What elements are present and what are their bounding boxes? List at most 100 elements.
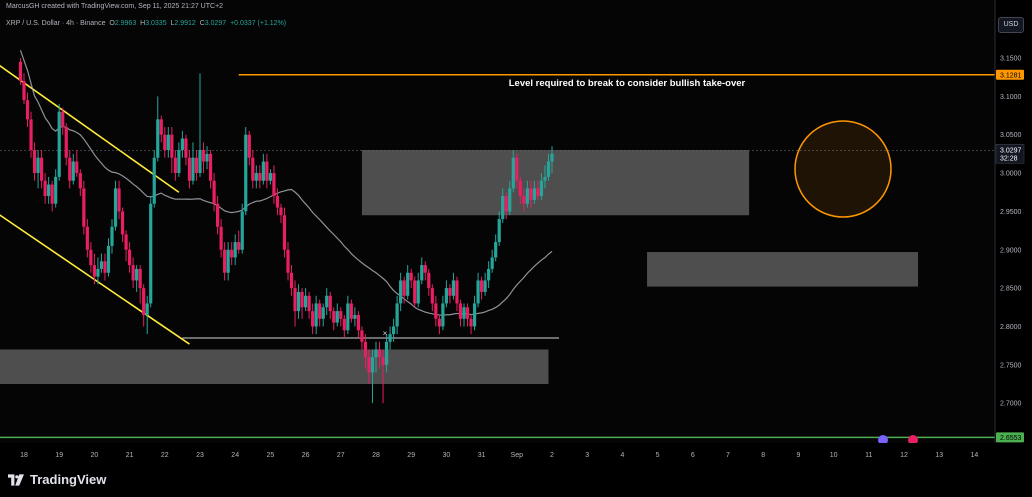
candle-body	[142, 288, 146, 315]
price-chart[interactable]: Level required to break to consider bull…	[0, 0, 1032, 463]
candle-body	[346, 303, 350, 331]
candle-body	[342, 318, 346, 331]
candle-body	[212, 180, 216, 204]
countdown-label: 32:28	[1000, 155, 1018, 162]
candle-body	[78, 173, 82, 189]
time-tick-label: 12	[900, 452, 908, 459]
time-tick-label: 30	[443, 452, 451, 459]
candle-body	[349, 303, 353, 319]
created-by-text: MarcusGH created with TradingView.com, S…	[6, 3, 224, 10]
candle-body	[335, 311, 339, 323]
candle-body	[508, 188, 512, 212]
tradingview-logo[interactable]: TradingView	[8, 472, 106, 487]
candle-body	[451, 280, 456, 296]
candle-body	[254, 173, 258, 181]
time-tick-label: 3	[585, 452, 589, 459]
candle-body	[529, 188, 533, 200]
footer-bar	[0, 463, 1032, 497]
candle-body	[293, 288, 297, 312]
candle-body	[413, 280, 417, 304]
time-tick-label: 13	[935, 452, 943, 459]
candle-body	[71, 161, 75, 181]
candle-body	[504, 196, 508, 212]
candle-body	[219, 226, 223, 250]
candle-body	[247, 134, 251, 158]
candle-body	[226, 249, 230, 273]
candle-body	[490, 257, 494, 269]
time-tick-label: 29	[407, 452, 415, 459]
candle-body	[194, 157, 199, 174]
candle-body	[75, 161, 79, 174]
candle-body	[128, 249, 132, 266]
candle-body	[180, 138, 184, 151]
x-marker: ×	[383, 329, 388, 338]
candle-body	[546, 161, 551, 177]
candle-body	[539, 180, 544, 197]
candle-body	[117, 188, 121, 212]
candle-body	[89, 249, 93, 266]
candle-body	[99, 261, 104, 269]
candle-body	[388, 334, 392, 342]
candle-body	[163, 134, 167, 151]
lower-demand-zone	[0, 349, 549, 384]
candle-body	[434, 303, 438, 319]
open-value: 2.9963	[114, 20, 137, 27]
candle-body	[360, 330, 364, 342]
candle-body	[135, 268, 139, 281]
candle-body	[370, 357, 375, 373]
candle-body	[321, 307, 325, 319]
price-tick-label: 2.8500	[1000, 286, 1022, 293]
time-tick-label: 9	[796, 452, 800, 459]
current-price-label: 3.0297	[1000, 147, 1022, 154]
time-tick-label: 6	[691, 452, 695, 459]
candle-body	[483, 280, 487, 292]
candle-body	[156, 119, 160, 158]
candle-body	[106, 245, 111, 273]
candle-body	[177, 150, 181, 174]
candle-body	[233, 242, 237, 258]
candle-body	[311, 311, 315, 327]
candle-body	[444, 288, 448, 304]
candle-body	[124, 234, 128, 250]
candle-body	[448, 288, 452, 296]
resistance-annotation: Level required to break to consider bull…	[509, 78, 746, 89]
candle-body	[223, 249, 227, 273]
candle-body	[57, 111, 61, 177]
candle-body	[240, 211, 244, 250]
candle-body	[103, 261, 107, 273]
candle-body	[480, 280, 484, 292]
time-tick-label: 2	[550, 452, 554, 459]
price-tick-label: 3.0000	[1000, 171, 1022, 178]
candle-body	[166, 134, 170, 151]
candle-body	[501, 196, 505, 220]
candle-body	[145, 303, 149, 315]
time-tick-label: 14	[971, 452, 979, 459]
candle-body	[304, 295, 308, 308]
low-value: 2.9912	[174, 20, 196, 27]
time-tick-label: 7	[726, 452, 730, 459]
candle-body	[29, 119, 33, 151]
candle-body	[138, 268, 142, 289]
candle-body	[409, 272, 413, 281]
price-tick-label: 2.7500	[1000, 362, 1022, 369]
candle-body	[131, 265, 135, 281]
candle-body	[40, 157, 44, 181]
candle-body	[230, 249, 234, 258]
candle-body	[268, 173, 272, 181]
candle-body	[384, 341, 389, 365]
time-tick-label: 18	[20, 452, 28, 459]
candle-body	[82, 188, 86, 227]
candle-body	[550, 153, 554, 162]
time-tick-label: 31	[478, 452, 486, 459]
candle-body	[184, 138, 188, 158]
currency-button[interactable]: USD	[998, 17, 1024, 33]
candle-body	[511, 157, 515, 189]
candle-body	[353, 314, 357, 319]
candle-body	[406, 272, 410, 296]
candle-body	[265, 161, 269, 181]
candle-body	[244, 134, 248, 212]
candle-body	[437, 318, 441, 327]
time-tick-label: 22	[161, 452, 169, 459]
time-tick-label: 25	[267, 452, 275, 459]
candle-body	[113, 188, 118, 227]
